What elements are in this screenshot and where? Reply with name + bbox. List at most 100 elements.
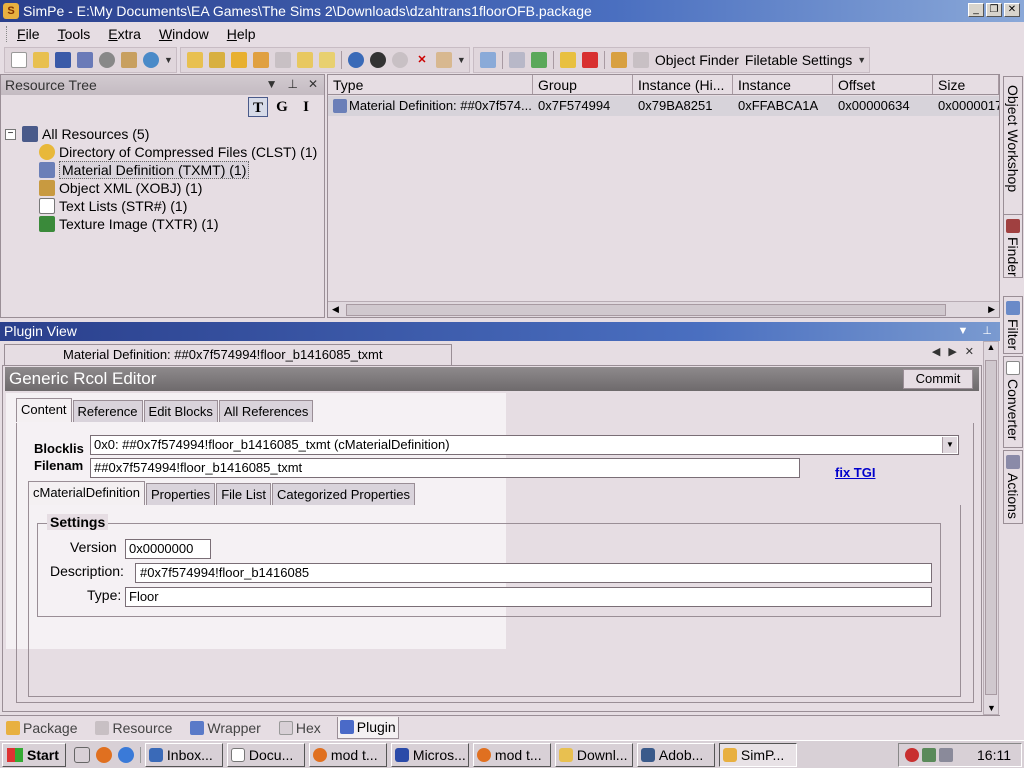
tab-prev-icon[interactable]: ◀ [932,345,940,358]
scan-icon[interactable] [143,52,159,68]
filter-type-button[interactable]: T [248,97,268,117]
maximize-button[interactable]: ❐ [986,3,1002,17]
column-size[interactable]: Size [933,75,999,94]
tab-properties[interactable]: Properties [145,483,216,505]
version-input[interactable]: 0x0000000 [125,539,211,559]
dock-tab-finder[interactable]: Finder [1003,214,1023,278]
taskbar-item-inbox[interactable]: Inbox... [144,742,223,767]
refresh-icon[interactable] [347,52,364,68]
comment-icon[interactable] [274,52,291,68]
bell-icon[interactable] [369,52,386,68]
taskbar-item-simpe[interactable]: SimP... [718,742,797,767]
dock-tab-actions[interactable]: Actions [1003,450,1023,524]
hash-icon[interactable] [530,52,547,68]
menu-help[interactable]: Help [227,26,256,42]
package-icon[interactable] [559,52,576,68]
tab-edit-blocks[interactable]: Edit Blocks [143,400,218,422]
network-icon[interactable] [922,748,936,762]
scroll-up-icon[interactable]: ▲ [987,342,996,352]
filter-group-button[interactable]: G [272,97,292,117]
open-folder-icon[interactable] [33,52,49,68]
flag-icon[interactable] [581,52,598,68]
filter-instance-button[interactable]: I [296,97,316,117]
dropdown-icon[interactable]: ▼ [266,77,278,91]
tab-resource[interactable]: Resource [93,717,174,739]
magnifier-icon[interactable] [479,52,496,68]
link-icon[interactable] [508,52,525,68]
dock-tab-object-workshop[interactable]: Object Workshop [1003,76,1023,216]
description-input[interactable]: #0x7f574994!floor_b1416085 [135,563,932,583]
tab-categorized-properties[interactable]: Categorized Properties [271,483,415,505]
tree-node-str[interactable]: Text Lists (STR#) (1) [5,197,317,215]
close-icon[interactable]: ✕ [308,77,318,91]
new-file-icon[interactable] [11,52,27,68]
chevron-down-icon[interactable]: ▼ [164,55,173,65]
column-group[interactable]: Group [533,75,633,94]
tab-wrapper[interactable]: Wrapper [188,717,262,739]
browser-icon[interactable] [117,746,134,763]
notes-icon[interactable] [318,52,335,68]
camera-icon[interactable] [632,52,649,68]
document-tab[interactable]: Material Definition: ##0x7f574994!floor_… [4,344,452,365]
tab-reference[interactable]: Reference [72,400,143,422]
taskbar-item-micros[interactable]: Micros... [390,742,469,767]
scrollbar-thumb[interactable] [346,304,946,316]
firefox-icon[interactable] [95,746,112,763]
column-offset[interactable]: Offset [833,75,933,94]
table-row[interactable]: Material Definition: ##0x7f574... 0x7F57… [328,96,999,116]
blocklist-select[interactable]: 0x0: ##0x7f574994!floor_b1416085_txmt (c… [90,435,959,455]
close-button[interactable]: ✕ [1004,3,1020,17]
tab-cmaterialdefinition[interactable]: cMaterialDefinition [28,481,145,505]
menu-tools[interactable]: Tools [58,26,91,42]
eraser-icon[interactable] [435,52,452,68]
save-icon[interactable] [55,52,71,68]
taskbar-item-adob[interactable]: Adob... [636,742,715,767]
close-icon[interactable]: ✕ [965,345,974,358]
export-icon[interactable] [208,52,225,68]
dock-tab-filter[interactable]: Filter [1003,296,1023,354]
column-instance[interactable]: Instance [733,75,833,94]
clone-icon[interactable] [230,52,247,68]
tab-file-list[interactable]: File List [216,483,271,505]
disabled-icon[interactable] [391,52,408,68]
menu-window[interactable]: Window [159,26,209,42]
tab-all-references[interactable]: All References [218,400,314,422]
save-as-icon[interactable] [77,52,93,68]
menu-file[interactable]: File [17,26,40,42]
taskbar-item-mod-2[interactable]: mod t... [472,742,551,767]
tab-plugin[interactable]: Plugin [336,716,399,739]
object-finder-icon[interactable] [610,52,627,68]
start-button[interactable]: Start [2,742,66,767]
menu-extra[interactable]: Extra [108,26,141,42]
tab-package[interactable]: Package [4,717,79,739]
horizontal-scrollbar[interactable]: ◀ ▶ [328,301,999,317]
tree-node-clst[interactable]: Directory of Compressed Files (CLST) (1) [5,143,317,161]
minimize-button[interactable]: _ [968,3,984,17]
taskbar-item-mod-1[interactable]: mod t... [308,742,387,767]
cross-icon[interactable]: ✕ [414,52,430,68]
filename-input[interactable]: ##0x7f574994!floor_b1416085_txmt [90,458,800,478]
dropdown-icon[interactable]: ▼ [958,322,969,341]
column-instance-hi[interactable]: Instance (Hi... [633,75,733,94]
fix-tgi-link[interactable]: fix TGI [835,465,875,480]
scrollbar-thumb[interactable] [985,360,997,695]
object-finder-button[interactable]: Object Finder [655,52,739,68]
show-desktop-icon[interactable] [73,746,90,763]
collapse-icon[interactable]: − [5,128,16,140]
chevron-down-icon[interactable]: ▼ [942,437,957,453]
type-input[interactable]: Floor [125,587,932,607]
column-type[interactable]: Type [328,75,533,94]
tree-node-xobj[interactable]: Object XML (XOBJ) (1) [5,179,317,197]
chevron-down-icon[interactable]: ▼ [857,55,866,65]
tab-hex[interactable]: Hex [277,717,323,739]
delete-resource-icon[interactable] [252,52,269,68]
scroll-down-icon[interactable]: ▼ [987,703,996,713]
note-icon[interactable] [296,52,313,68]
scroll-right-icon[interactable]: ▶ [988,304,995,315]
close-file-icon[interactable] [99,52,115,68]
tab-next-icon[interactable]: ▶ [948,345,956,358]
tree-node-txtr[interactable]: Texture Image (TXTR) (1) [5,215,317,233]
taskbar-item-downl[interactable]: Downl... [554,742,633,767]
antivirus-icon[interactable] [905,748,919,762]
vertical-scrollbar[interactable]: ▲ ▼ [983,341,999,715]
